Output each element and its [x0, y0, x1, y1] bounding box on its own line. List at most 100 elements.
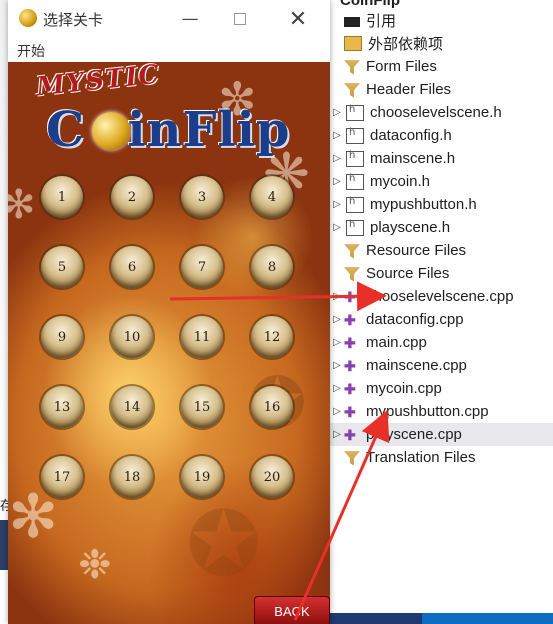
tree-item-label: dataconfig.h: [370, 127, 452, 144]
filter-folder-icon: [344, 451, 360, 466]
level-button[interactable]: 8: [251, 246, 293, 288]
title-bar[interactable]: 选择关卡 — ✕: [8, 0, 330, 38]
tree-item[interactable]: ▷ chooselevelscene.h: [330, 101, 553, 124]
level-button[interactable]: 7: [181, 246, 223, 288]
tree-item[interactable]: Source Files: [330, 262, 553, 285]
close-button[interactable]: ✕: [278, 6, 318, 32]
expand-arrow-icon[interactable]: ▷: [330, 222, 344, 233]
external-dependencies-icon: [344, 36, 362, 51]
bottom-tab-bar: [330, 613, 553, 624]
tree-item-label: mycoin.h: [370, 173, 431, 190]
expand-arrow-icon[interactable]: ▷: [330, 291, 344, 302]
level-button[interactable]: 10: [111, 316, 153, 358]
tree-item-label: mypushbutton.h: [370, 196, 477, 213]
level-button[interactable]: 17: [41, 456, 83, 498]
level-button[interactable]: 2: [111, 176, 153, 218]
tree-item[interactable]: ▷ ✚ mycoin.cpp: [330, 377, 553, 400]
cpp-file-icon: ✚: [344, 357, 356, 374]
tree-item-label: Header Files: [366, 81, 452, 98]
cpp-file-icon: ✚: [344, 288, 356, 305]
expand-arrow-icon[interactable]: ▷: [330, 153, 344, 164]
tree-item-label: mainscene.h: [370, 150, 456, 167]
coin-app-icon: [19, 9, 37, 27]
tree-item[interactable]: Header Files: [330, 78, 553, 101]
logo-coin-icon: [92, 112, 130, 150]
tree-item-label: mycoin.cpp: [366, 380, 442, 397]
level-button[interactable]: 13: [41, 386, 83, 428]
level-button[interactable]: 14: [111, 386, 153, 428]
header-file-icon: [346, 219, 364, 236]
level-button[interactable]: 15: [181, 386, 223, 428]
menu-start[interactable]: 开始: [17, 41, 45, 61]
tree-item[interactable]: 引用: [330, 9, 553, 32]
expand-arrow-icon[interactable]: ▷: [330, 107, 344, 118]
minimize-button[interactable]: —: [170, 6, 210, 32]
tree-item-label: Resource Files: [366, 242, 467, 259]
cpp-file-icon: ✚: [344, 380, 356, 397]
expand-arrow-icon[interactable]: ▷: [330, 406, 344, 417]
cpp-file-icon: ✚: [344, 311, 356, 328]
tree-item[interactable]: ▷ mycoin.h: [330, 170, 553, 193]
bottom-tab-active[interactable]: [422, 613, 553, 624]
cpp-file-icon: ✚: [344, 403, 356, 420]
expand-arrow-icon[interactable]: ▷: [330, 360, 344, 371]
level-button[interactable]: 5: [41, 246, 83, 288]
tree-item-label: chooselevelscene.cpp: [366, 288, 514, 305]
expand-arrow-icon[interactable]: ▷: [330, 130, 344, 141]
tree-item-label: Source Files: [366, 265, 450, 282]
cpp-file-icon: ✚: [344, 426, 356, 443]
level-button[interactable]: 12: [251, 316, 293, 358]
expand-arrow-icon[interactable]: ▷: [330, 314, 344, 325]
tree-item[interactable]: ▷ ✚ playscene.cpp: [330, 423, 553, 446]
filter-folder-icon: [344, 83, 360, 98]
level-button[interactable]: 9: [41, 316, 83, 358]
back-button[interactable]: BACK: [254, 596, 330, 624]
expand-arrow-icon[interactable]: ▷: [330, 176, 344, 187]
level-button[interactable]: 6: [111, 246, 153, 288]
expand-arrow-icon[interactable]: ▷: [330, 199, 344, 210]
tree-item-label: mypushbutton.cpp: [366, 403, 489, 420]
header-file-icon: [346, 150, 364, 167]
tree-item-label: playscene.cpp: [366, 426, 462, 443]
tree-item-label: 外部依赖项: [368, 36, 444, 53]
level-button[interactable]: 4: [251, 176, 293, 218]
level-button[interactable]: 18: [111, 456, 153, 498]
tree-item[interactable]: ▷ ✚ mainscene.cpp: [330, 354, 553, 377]
tree-item[interactable]: Form Files: [330, 55, 553, 78]
tree-item[interactable]: ▷ ✚ main.cpp: [330, 331, 553, 354]
tree-item-label: playscene.h: [370, 219, 451, 236]
game-scene: ✻ ✼ ❋ ✻ ❉ ✪ ✪ MYSTIC CinFlip 12345678910…: [8, 62, 330, 624]
tree-item[interactable]: ▷ playscene.h: [330, 216, 553, 239]
expand-arrow-icon[interactable]: ▷: [330, 337, 344, 348]
header-file-icon: [346, 127, 364, 144]
level-button[interactable]: 20: [251, 456, 293, 498]
tree-item[interactable]: 外部依赖项: [330, 32, 553, 55]
level-button[interactable]: 16: [251, 386, 293, 428]
tree-item-label: chooselevelscene.h: [370, 104, 502, 121]
level-button[interactable]: 19: [181, 456, 223, 498]
logo-mystic: MYSTIC: [34, 62, 162, 103]
project-title[interactable]: CoinFlip: [340, 0, 400, 9]
level-button[interactable]: 11: [181, 316, 223, 358]
tree-item[interactable]: Resource Files: [330, 239, 553, 262]
tree-item[interactable]: Translation Files: [330, 446, 553, 469]
header-file-icon: [346, 104, 364, 121]
logo-letter-c: C: [46, 102, 86, 158]
reference-icon: [344, 17, 360, 27]
expand-arrow-icon[interactable]: ▷: [330, 429, 344, 440]
maximize-icon: [234, 13, 246, 25]
tree-item-label: mainscene.cpp: [366, 357, 467, 374]
logo-letters-inflip: inFlip: [127, 102, 291, 158]
tree-item[interactable]: ▷ ✚ mypushbutton.cpp: [330, 400, 553, 423]
tree-item[interactable]: ▷ dataconfig.h: [330, 124, 553, 147]
maximize-button[interactable]: [220, 6, 260, 32]
tree-item[interactable]: ▷ mypushbutton.h: [330, 193, 553, 216]
expand-arrow-icon[interactable]: ▷: [330, 383, 344, 394]
level-button[interactable]: 1: [41, 176, 83, 218]
level-button[interactable]: 3: [181, 176, 223, 218]
tree-item[interactable]: ▷ mainscene.h: [330, 147, 553, 170]
tree-item[interactable]: ▷ ✚ chooselevelscene.cpp: [330, 285, 553, 308]
star-ornament-icon: ✪: [186, 492, 262, 597]
tree-item[interactable]: ▷ ✚ dataconfig.cpp: [330, 308, 553, 331]
header-file-icon: [346, 173, 364, 190]
